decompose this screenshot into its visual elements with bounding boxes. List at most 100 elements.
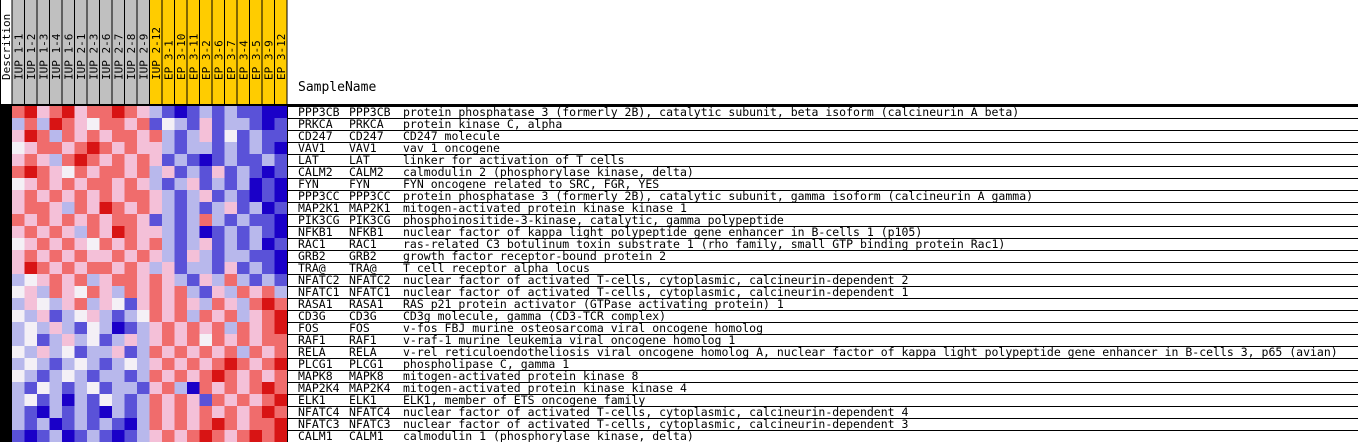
heatmap-cell: [37, 238, 50, 251]
heatmap-cell: [49, 286, 63, 299]
heatmap-cell: [87, 346, 100, 359]
heatmap-cell: [49, 382, 63, 395]
heatmap-cell: [237, 430, 250, 442]
heatmap-cell: [162, 334, 175, 347]
heatmap-cell: [24, 346, 38, 359]
heatmap-cell: [62, 154, 75, 167]
heatmap-cell: [49, 178, 63, 191]
heatmap-cell: [224, 382, 238, 395]
heatmap-cell: [99, 142, 113, 155]
heatmap-cell: [249, 418, 263, 431]
heatmap-cell: [162, 142, 175, 155]
heatmap-cell: [199, 106, 213, 119]
heatmap-cell: [162, 394, 175, 407]
heatmap-cell: [162, 166, 175, 179]
heatmap-cell: [212, 106, 225, 119]
heatmap-cell: [162, 202, 175, 215]
column-label: IUP_1-3: [37, 34, 50, 80]
heatmap-cell: [199, 358, 213, 371]
heatmap-cell: [87, 382, 100, 395]
heatmap-cell: [237, 250, 250, 263]
heatmap-cell: [212, 178, 225, 191]
heatmap-cell: [249, 310, 263, 323]
heatmap-cell: [87, 154, 100, 167]
heatmap-cell: [12, 382, 25, 395]
heatmap-cell: [262, 310, 275, 323]
heatmap-cell: [62, 178, 75, 191]
heatmap-cell: [199, 334, 213, 347]
heatmap-cell: [274, 418, 288, 431]
heatmap-cell: [37, 334, 50, 347]
heatmap-cell: [262, 274, 275, 287]
heatmap-cell: [162, 370, 175, 383]
heatmap-cell: [62, 286, 75, 299]
heatmap-chart: SampleName Descrition IUP_1-1 IUP_1-2 IUP_1…: [0, 0, 1358, 442]
heatmap-cell: [237, 142, 250, 155]
heatmap-cell: [112, 190, 125, 203]
heatmap-cell: [74, 286, 88, 299]
heatmap-cell: [49, 214, 63, 227]
heatmap-cell: [62, 358, 75, 371]
heatmap-cell: [212, 310, 225, 323]
heatmap-cell: [12, 358, 25, 371]
heatmap-cell: [49, 322, 63, 335]
heatmap-cell: [249, 430, 263, 442]
heatmap-cell: [49, 334, 63, 347]
heatmap-cell: [124, 118, 138, 131]
heatmap-cell: [24, 418, 38, 431]
column-label: EP_3-5: [250, 40, 263, 80]
heatmap-cell: [237, 346, 250, 359]
heatmap-cell: [12, 190, 25, 203]
heatmap-cell: [274, 358, 288, 371]
heatmap-cell: [12, 250, 25, 263]
heatmap-cell: [199, 274, 213, 287]
heatmap-cell: [212, 382, 225, 395]
heatmap-cell: [112, 178, 125, 191]
heatmap-cell: [124, 322, 138, 335]
heatmap-cell: [149, 274, 163, 287]
heatmap-cell: [249, 238, 263, 251]
heatmap-cell: [212, 394, 225, 407]
heatmap-cell: [112, 298, 125, 311]
heatmap-cell: [74, 214, 88, 227]
heatmap-cell: [162, 154, 175, 167]
heatmap-cell: [187, 106, 200, 119]
heatmap-cell: [149, 394, 163, 407]
heatmap-cell: [137, 142, 150, 155]
heatmap-cell: [24, 166, 38, 179]
heatmap-cell: [174, 106, 188, 119]
heatmap-cell: [187, 394, 200, 407]
heatmap-cell: [174, 154, 188, 167]
heatmap-cell: [274, 286, 288, 299]
heatmap-cell: [174, 346, 188, 359]
heatmap-cell: [12, 346, 25, 359]
heatmap-cell: [37, 394, 50, 407]
heatmap-cell: [174, 250, 188, 263]
heatmap-cell: [99, 406, 113, 419]
heatmap-cell: [224, 298, 238, 311]
heatmap-cell: [49, 346, 63, 359]
heatmap-cell: [37, 370, 50, 383]
heatmap-cell: [237, 286, 250, 299]
heatmap-cell: [137, 394, 150, 407]
heatmap-cell: [212, 130, 225, 143]
heatmap-cell: [37, 142, 50, 155]
heatmap-cell: [224, 262, 238, 275]
heatmap-cell: [274, 274, 288, 287]
heatmap-cell: [124, 394, 138, 407]
heatmap-cell: [187, 310, 200, 323]
heatmap-cell: [49, 238, 63, 251]
heatmap-cell: [174, 238, 188, 251]
heatmap-cell: [162, 274, 175, 287]
column-label: IUP_2-1: [75, 34, 88, 80]
heatmap-cell: [49, 406, 63, 419]
heatmap-cell: [112, 118, 125, 131]
heatmap-cell: [237, 130, 250, 143]
heatmap-cell: [199, 262, 213, 275]
heatmap-cell: [237, 370, 250, 383]
heatmap-cell: [149, 118, 163, 131]
heatmap-cell: [262, 226, 275, 239]
heatmap-cell: [37, 214, 50, 227]
column-label: EP_3-11: [187, 34, 200, 80]
heatmap-cell: [37, 346, 50, 359]
